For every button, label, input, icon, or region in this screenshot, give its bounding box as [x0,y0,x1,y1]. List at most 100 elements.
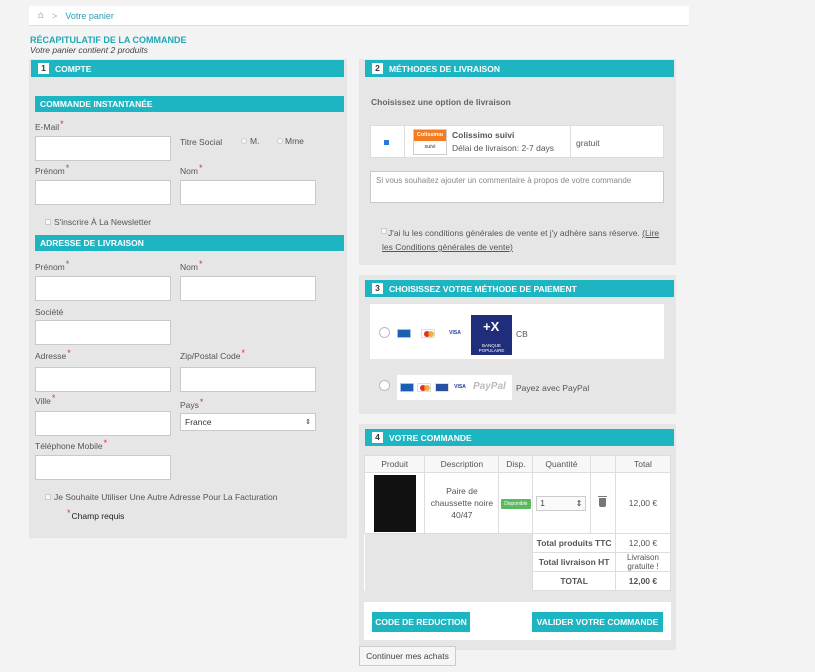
zip-label: Zip/Postal Code* [180,348,245,361]
step-number: 4 [372,432,383,443]
other-address-checkbox[interactable] [45,494,51,500]
company-field[interactable] [35,320,171,345]
col-header: Description [424,455,500,473]
validate-order-button[interactable]: VALIDER VOTRE COMMANDE [532,612,663,632]
total-shipping-label: Total livraison HT [532,552,616,572]
firstname-label: Prénom* [35,163,70,176]
account-header: 1 COMPTE [31,60,344,77]
carrier-radio[interactable] [384,140,389,145]
discount-code-button[interactable]: CODE DE REDUCTION [372,612,470,632]
select-arrows-icon: ⇕ [575,498,583,508]
title-mme-radio[interactable] [277,138,283,144]
phone-field[interactable] [35,455,171,480]
instant-order-header: COMMANDE INSTANTANÉE [35,96,344,112]
table-row: Paire de chaussette noire 40/47 Disponib… [363,472,672,534]
product-image[interactable] [373,474,416,532]
grand-total-value: 12,00 € [614,571,672,591]
title-label: Titre Social [180,137,223,147]
title-mme-label: Mme [285,136,304,146]
total-shipping-value: Livraison gratuite ! [614,552,672,572]
country-select[interactable]: France ⇕ [180,413,316,431]
quantity-select[interactable]: 1 ⇕ [536,495,587,511]
account-title: COMPTE [55,63,92,74]
trash-icon[interactable] [598,495,608,507]
total-products-value: 12,00 € [614,533,672,553]
choose-shipping-label: Choisissez une option de livraison [371,97,511,107]
grand-total-label: TOTAL [532,571,616,591]
cb-card-icon [397,329,411,338]
cart-header-row: Produit Description Disp. Quantité Total [363,455,672,473]
title-m-label: M. [250,136,260,146]
order-header: 4 VOTRE COMMANDE [365,429,674,446]
firstname-field[interactable] [35,180,171,205]
carrier-option[interactable]: Colissimo suivi Colissimo suivi Délai de… [370,125,664,158]
newsletter-checkbox[interactable] [45,219,51,225]
checkout-page: ⌂ > Votre panier RÉCAPITULATIF DE LA COM… [0,0,815,672]
d-firstname-field[interactable] [35,276,171,301]
lastname-label: Nom* [180,163,203,176]
availability-badge: Disponible [501,499,531,509]
carrier-name: Colissimo suivi [452,130,515,140]
payment-option-cb[interactable]: VISA +X BANQUE POPULAIRE CB [370,304,664,359]
breadcrumb: ⌂ > Votre panier [29,6,689,26]
total-row: Total produits TTC 12,00 € [364,533,672,553]
col-header: Disp. [498,455,534,473]
title-m-radio[interactable] [241,138,247,144]
order-comment-textarea[interactable]: Si vous souhaitez ajouter un commentaire… [370,171,664,203]
lastname-field[interactable] [180,180,316,205]
required-note: *Champ requis [67,508,125,521]
total-products-label: Total produits TTC [532,533,616,553]
visa-icon: VISA [453,383,467,392]
paypal-label: Payez avec PayPal [516,383,590,393]
cart-table: Produit Description Disp. Quantité Total… [363,455,672,591]
col-header [589,455,616,473]
summary-subtitle: Votre panier contient 2 produits [30,45,148,55]
email-field[interactable] [35,136,171,161]
step-number: 3 [372,283,383,294]
product-image-cell [363,472,426,534]
d-lastname-label: Nom* [180,259,203,272]
address-field[interactable] [35,367,171,392]
step-number: 2 [372,63,383,74]
order-title: VOTRE COMMANDE [389,432,472,443]
mastercard-icon [421,329,435,338]
banque-populaire-logo: +X BANQUE POPULAIRE [471,315,512,355]
payment-title: CHOISISSEZ VOTRE MÉTHODE DE PAIEMENT [389,283,577,294]
city-label: Ville* [35,393,56,406]
mastercard-icon [417,383,431,392]
col-header: Produit [363,455,426,473]
cb-radio[interactable] [379,327,390,338]
paypal-logos: VISA PayPal [397,375,512,400]
total-row: Total livraison HT Livraison gratuite ! [364,552,672,572]
home-icon[interactable]: ⌂ [38,10,44,21]
shipping-header: 2 MÉTHODES DE LIVRAISON [365,60,674,77]
carrier-price: gratuit [576,138,600,148]
cb-card-icon [400,383,414,392]
delete-cell [589,472,616,534]
payment-header: 3 CHOISISSEZ VOTRE MÉTHODE DE PAIEMENT [365,280,674,297]
address-label: Adresse* [35,348,71,361]
email-label: E-Mail* [35,119,64,132]
continue-shopping-button[interactable]: Continuer mes achats [359,646,456,666]
total-row: TOTAL 12,00 € [364,571,672,591]
company-label: Société [35,307,64,317]
city-field[interactable] [35,411,171,436]
col-header: Total [614,455,672,473]
quantity-cell: 1 ⇕ [532,472,591,534]
newsletter-label: S'inscrire À La Newsletter [54,217,152,227]
zip-field[interactable] [180,367,316,392]
other-address-label: Je Souhaite Utiliser Une Autre Adresse P… [54,492,278,502]
maestro-icon [435,383,449,392]
summary-title: RÉCAPITULATIF DE LA COMMANDE [30,35,187,45]
cb-label: CB [516,329,528,339]
col-header: Quantité [532,455,591,473]
phone-label: Téléphone Mobile* [35,438,108,451]
paypal-radio[interactable] [379,380,390,391]
d-lastname-field[interactable] [180,276,316,301]
availability-cell: Disponible [498,472,534,534]
breadcrumb-separator: > [52,10,58,21]
breadcrumb-current[interactable]: Votre panier [65,11,114,21]
visa-icon: VISA [448,329,462,338]
carrier-delay: Délai de livraison: 2-7 days [452,143,555,153]
colissimo-logo: Colissimo suivi [413,129,447,155]
